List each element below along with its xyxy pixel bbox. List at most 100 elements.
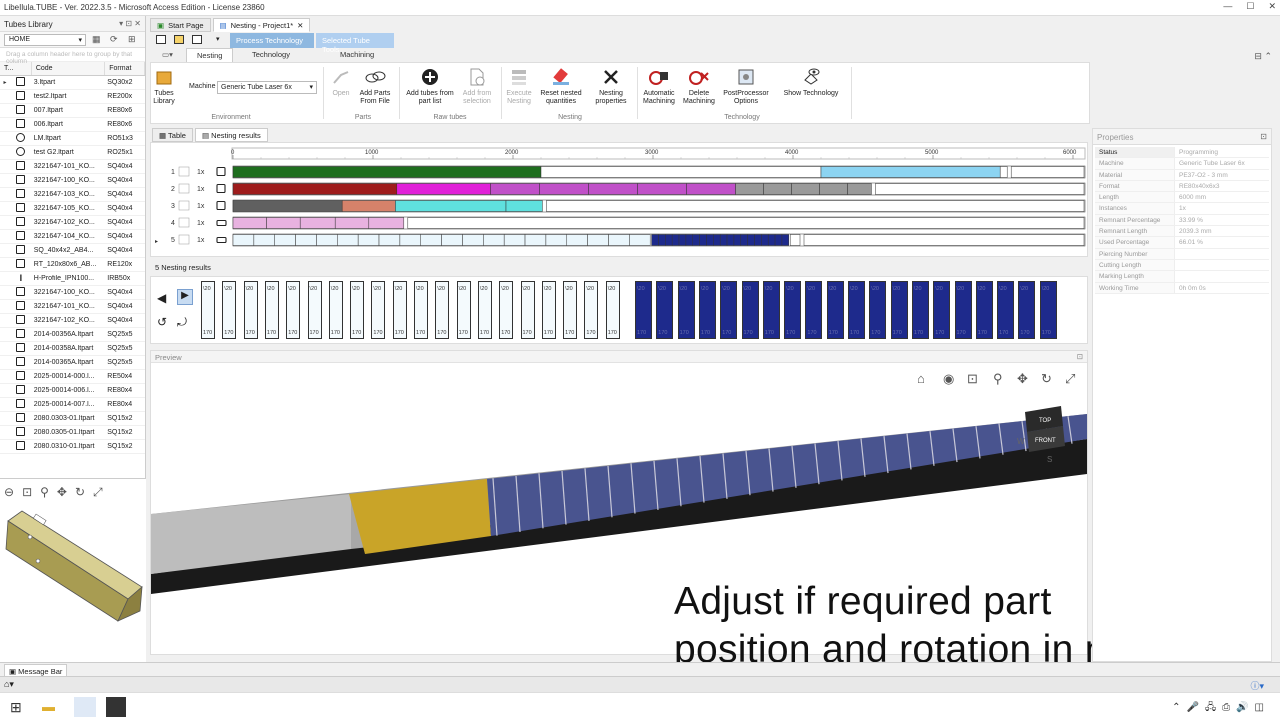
nesting-bar-row[interactable]: 4 1x (171, 216, 1086, 230)
library-row[interactable]: 3221647-100_KO... SQ40x4 (0, 174, 145, 188)
nested-part-thumbnail[interactable]: \20 170 (350, 281, 365, 339)
file-menu-icon[interactable]: ▭▾ (152, 48, 183, 62)
automatic-machining-button[interactable]: Automatic Machining (639, 67, 679, 106)
bar-scissors-icon[interactable] (178, 200, 190, 211)
nested-part-thumbnail[interactable]: \20 170 (435, 281, 450, 339)
nested-part-thumbnail[interactable]: \20 170 (456, 281, 471, 339)
nesting-bar-row[interactable]: 2 1x (171, 182, 1086, 196)
property-value[interactable]: RE80x40x6x3 (1175, 181, 1223, 191)
arrow-left-icon[interactable]: ◀ (157, 291, 166, 305)
nested-part[interactable] (774, 234, 783, 246)
library-3d-view[interactable]: ⊖ ⊡ ⚲ ✥ ↻ ⤢ (0, 478, 146, 662)
nested-part[interactable] (735, 183, 764, 195)
nested-part[interactable] (791, 183, 820, 195)
nested-part-thumbnail[interactable]: \20 170 (286, 281, 301, 339)
nested-part-thumbnail[interactable]: \20 170 (584, 281, 599, 339)
nested-part-thumbnail[interactable]: \20 170 (414, 281, 428, 339)
column-code[interactable]: Code (32, 62, 106, 75)
tab-start-page[interactable]: ▣ Start Page (150, 18, 211, 32)
pan-icon[interactable]: ✥ (57, 485, 67, 500)
nested-part-thumbnail[interactable]: \20 170 (605, 281, 620, 339)
nested-part[interactable] (726, 234, 735, 246)
save-icon[interactable] (192, 35, 202, 44)
library-row[interactable]: test G2.ltpart RO25x1 (0, 146, 145, 160)
new-icon[interactable] (156, 35, 166, 44)
rotate-icon[interactable]: ↻ (75, 485, 85, 500)
libellula-app-icon[interactable] (74, 697, 96, 717)
nested-part[interactable] (671, 234, 680, 246)
nested-part-thumbnail[interactable]: \20 170 (784, 281, 802, 339)
nested-part-thumbnail[interactable]: \20 170 (997, 281, 1015, 339)
library-filter-select[interactable]: HOME ▾ (4, 34, 86, 46)
bar-scissors-icon[interactable] (178, 234, 190, 245)
nested-part[interactable] (232, 234, 255, 246)
nested-part-thumbnail[interactable]: \20 170 (328, 281, 343, 339)
nested-part[interactable] (505, 200, 543, 212)
nested-part[interactable] (462, 234, 484, 246)
nested-part[interactable] (608, 234, 630, 246)
nested-part[interactable] (629, 234, 651, 246)
nested-part[interactable] (232, 183, 398, 195)
grid-icon[interactable]: ▦ (92, 34, 101, 45)
nested-part-thumbnail[interactable]: \20 170 (477, 281, 492, 339)
nested-part[interactable] (706, 234, 714, 246)
status-home-icon[interactable]: ⌂▾ (4, 679, 14, 690)
nested-part[interactable] (540, 166, 822, 178)
nested-part[interactable] (420, 234, 442, 246)
maximize-icon[interactable]: ☐ (1246, 1, 1254, 12)
nested-part-thumbnail[interactable]: \20 170 (222, 281, 237, 339)
nested-part[interactable] (232, 217, 267, 229)
nested-part[interactable] (740, 234, 748, 246)
open-button[interactable]: Open (329, 67, 353, 98)
system-tray-icons[interactable]: ⌃🎤🖧⎙🔊◫ (1172, 700, 1270, 717)
nested-part[interactable] (686, 183, 736, 195)
pin-icon[interactable]: ⊡ (1077, 352, 1083, 361)
nested-part[interactable] (357, 234, 380, 246)
nested-part-thumbnail[interactable]: \20 170 (869, 281, 887, 339)
nested-part-thumbnail[interactable]: \20 170 (1018, 281, 1036, 339)
nested-part-thumbnail[interactable]: \20 170 (563, 281, 578, 339)
add-from-selection-button[interactable]: Add from selection (459, 67, 495, 106)
nested-part-thumbnail[interactable]: \20 170 (635, 281, 652, 339)
column-format[interactable]: Format (105, 62, 145, 75)
nested-part-thumbnail[interactable]: \20 170 (499, 281, 514, 339)
tab-technology[interactable]: Technology (242, 48, 300, 62)
nested-part-thumbnail[interactable]: \20 170 (307, 281, 322, 339)
property-value[interactable]: Programming (1175, 147, 1222, 157)
library-row[interactable]: RT_120x80x6_AB... RE120x (0, 258, 145, 272)
property-value[interactable]: 66.01 % (1175, 237, 1207, 247)
property-value[interactable]: 33.99 % (1175, 215, 1207, 225)
library-row[interactable]: 3221647-101_KO... SQ40x4 (0, 160, 145, 174)
library-row[interactable]: 2080.0310-01.ltpart SQ15x2 (0, 440, 145, 454)
nested-part[interactable] (274, 234, 296, 246)
nested-part[interactable] (767, 234, 776, 246)
nesting-bar-row[interactable]: 1 1x (171, 165, 1086, 179)
bar-scissors-icon[interactable] (178, 183, 190, 194)
nested-part[interactable] (232, 200, 343, 212)
nested-part[interactable] (337, 234, 359, 246)
nested-part-thumbnail[interactable]: \20 170 (805, 281, 823, 339)
fit-icon[interactable]: ⤢ (93, 485, 103, 500)
add-tubes-from-part-list-button[interactable]: Add tubes from part list (403, 67, 457, 106)
windows-start-icon[interactable]: ⊞ (10, 699, 22, 716)
nested-part-thumbnail[interactable]: \20 170 (975, 281, 993, 339)
property-value[interactable]: PE37-O2 - 3 mm (1175, 170, 1232, 180)
nested-part[interactable] (651, 234, 659, 246)
nested-part-thumbnail[interactable]: \20 170 (698, 281, 716, 339)
nested-part[interactable] (253, 234, 275, 246)
pin-icon[interactable]: ▾ ⊡ ✕ (119, 19, 141, 28)
library-row[interactable]: 2014-00358A.ltpart SQ25x5 (0, 342, 145, 356)
nested-part[interactable] (789, 234, 801, 246)
tab-nesting-project[interactable]: ▤ Nesting - Project1* ✕ (212, 18, 311, 32)
library-row[interactable]: 007.ltpart RE80x6 (0, 104, 145, 118)
nested-part[interactable] (334, 217, 370, 229)
nested-part-thumbnail[interactable]: \20 170 (911, 281, 929, 339)
nested-part[interactable] (266, 217, 301, 229)
nested-part[interactable] (295, 234, 317, 246)
nested-part[interactable] (665, 234, 673, 246)
library-row[interactable]: 2080.0305-01.ltpart SQ15x2 (0, 426, 145, 440)
open-folder-icon[interactable] (174, 35, 184, 44)
nested-part[interactable] (483, 234, 505, 246)
nested-part[interactable] (232, 166, 542, 178)
nested-part-thumbnail[interactable]: \20 170 (243, 281, 258, 339)
